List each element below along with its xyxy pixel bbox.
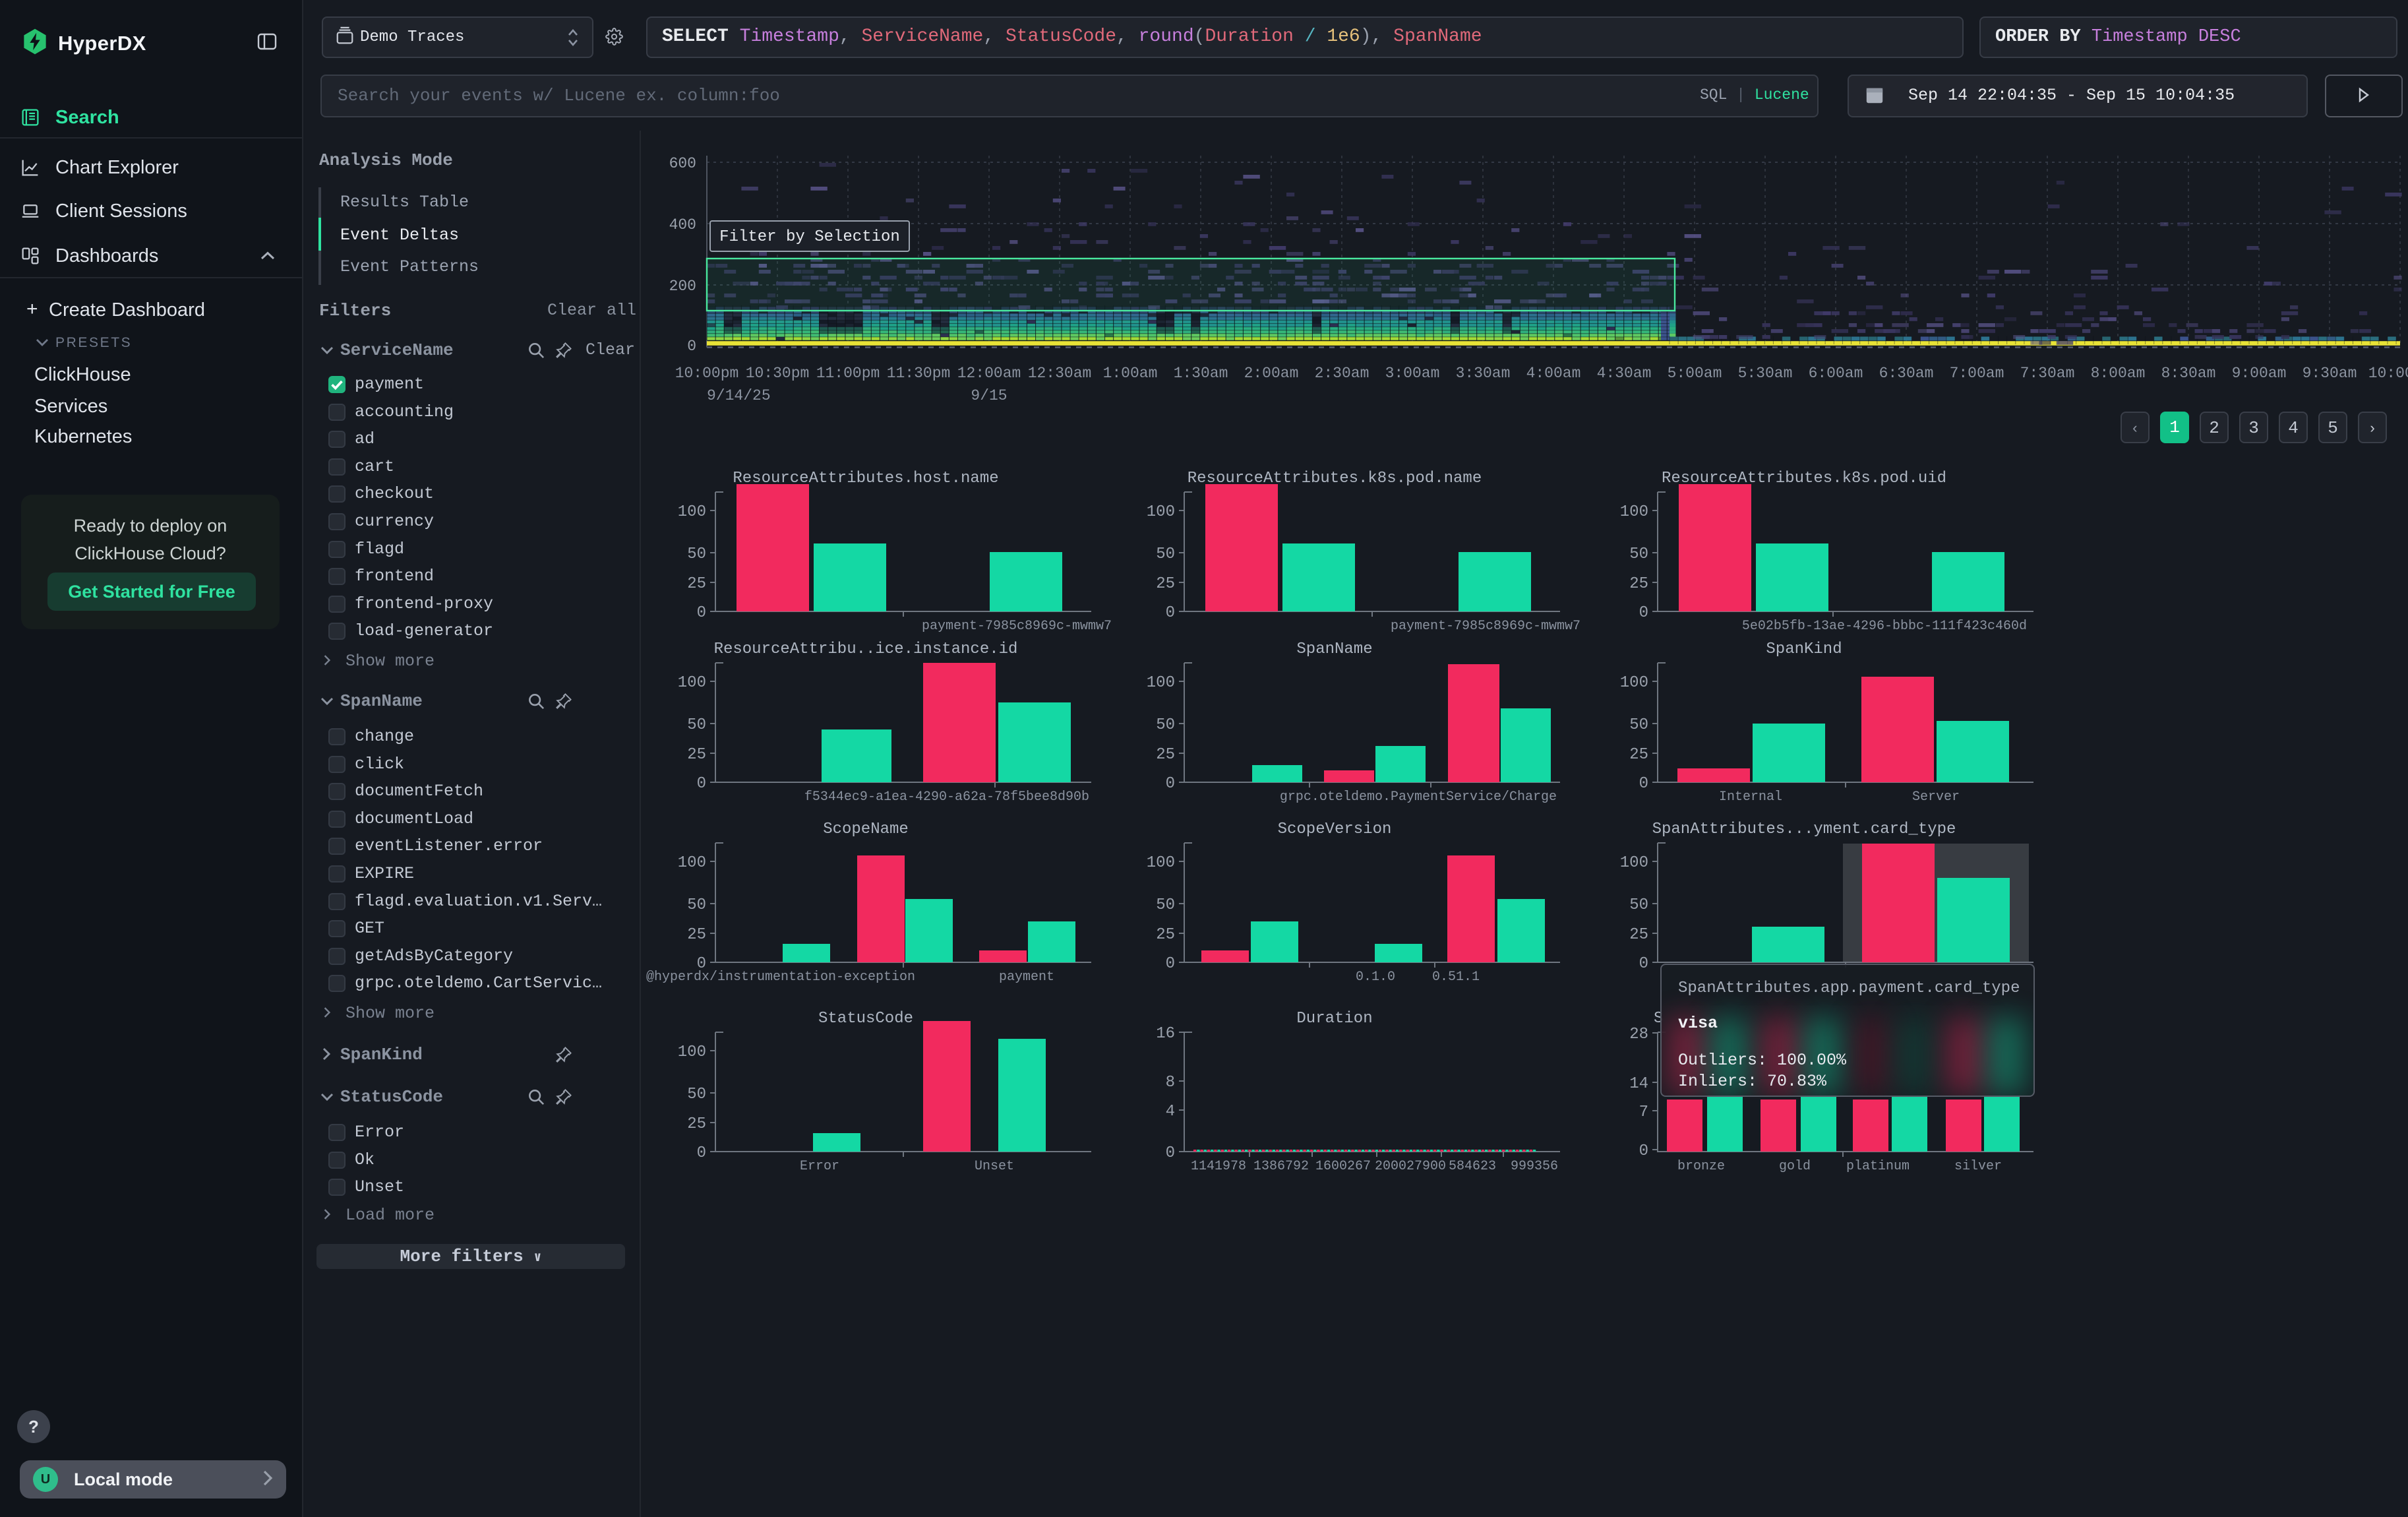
svg-text:25: 25 [1629, 746, 1648, 764]
svg-text:SpanKind: SpanKind [1766, 640, 1842, 658]
svg-text:SpanAttributes...yment.card_ty: SpanAttributes...yment.card_type [1652, 820, 1956, 838]
svg-text:1141978: 1141978 [1191, 1159, 1246, 1174]
svg-text:1600267: 1600267 [1315, 1159, 1371, 1174]
svg-text:f5344ec9-a1ea-4290-a62a-78f5be: f5344ec9-a1ea-4290-a62a-78f5bee8d90b [804, 789, 1089, 805]
svg-text:payment-7985c8969c-mwmw7: payment-7985c8969c-mwmw7 [922, 619, 1112, 634]
svg-text:25: 25 [687, 1115, 706, 1133]
svg-text:ResourceAttribu..ice.instance.: ResourceAttribu..ice.instance.id [714, 640, 1018, 658]
svg-text:7: 7 [1639, 1103, 1648, 1121]
svg-text:25: 25 [1156, 575, 1175, 593]
svg-text:0: 0 [1639, 604, 1648, 622]
svg-text:14: 14 [1629, 1075, 1648, 1093]
svg-text:0: 0 [1166, 604, 1175, 622]
svg-text:100: 100 [1620, 854, 1648, 872]
svg-text:Error: Error [800, 1159, 839, 1174]
svg-text:platinum: platinum [1846, 1159, 1910, 1174]
svg-text:0: 0 [1166, 955, 1175, 973]
svg-text:Duration: Duration [1296, 1010, 1372, 1028]
svg-text:25: 25 [1629, 575, 1648, 593]
svg-text:25: 25 [1156, 746, 1175, 764]
svg-text:0.1.0: 0.1.0 [1356, 970, 1395, 985]
svg-text:0: 0 [1639, 775, 1648, 793]
svg-text:100: 100 [1620, 674, 1648, 692]
svg-text:StatusCode: StatusCode [818, 1010, 913, 1028]
svg-text:0: 0 [1639, 955, 1648, 973]
svg-text:4: 4 [1166, 1103, 1175, 1121]
svg-text:28: 28 [1629, 1026, 1648, 1043]
svg-text:0: 0 [697, 1144, 706, 1162]
svg-text:50: 50 [1629, 545, 1648, 563]
svg-text:5e02b5fb-13ae-4296-bbbc-111f42: 5e02b5fb-13ae-4296-bbbc-111f423c460d [1742, 619, 2027, 634]
svg-text:100: 100 [1147, 674, 1175, 692]
svg-text:50: 50 [1156, 716, 1175, 734]
svg-text:0: 0 [1166, 1144, 1175, 1162]
svg-text:50: 50 [1629, 896, 1648, 914]
svg-text:100: 100 [678, 674, 706, 692]
svg-text:SpanName: SpanName [1296, 640, 1372, 658]
svg-text:25: 25 [1156, 926, 1175, 944]
svg-text:@hyperdx/instrumentation-excep: @hyperdx/instrumentation-exception [646, 970, 915, 985]
svg-text:0: 0 [697, 604, 706, 622]
svg-text:999356: 999356 [1511, 1159, 1558, 1174]
svg-text:50: 50 [1156, 896, 1175, 914]
svg-text:100: 100 [1147, 854, 1175, 872]
svg-text:0: 0 [1639, 1142, 1648, 1160]
svg-text:ScopeVersion: ScopeVersion [1278, 820, 1392, 838]
svg-text:payment: payment [999, 970, 1054, 985]
svg-text:100: 100 [678, 1043, 706, 1061]
svg-text:200027900: 200027900 [1375, 1159, 1446, 1174]
svg-text:50: 50 [687, 1086, 706, 1103]
svg-text:silver: silver [1954, 1159, 2002, 1174]
svg-text:584623: 584623 [1449, 1159, 1496, 1174]
svg-text:payment-7985c8969c-mwmw7: payment-7985c8969c-mwmw7 [1391, 619, 1580, 634]
svg-text:50: 50 [687, 716, 706, 734]
svg-text:1386792: 1386792 [1253, 1159, 1309, 1174]
svg-text:100: 100 [678, 854, 706, 872]
svg-text:ScopeName: ScopeName [823, 820, 909, 838]
svg-text:0.51.1: 0.51.1 [1432, 970, 1480, 985]
svg-text:50: 50 [687, 545, 706, 563]
svg-text:100: 100 [678, 503, 706, 521]
svg-text:25: 25 [687, 575, 706, 593]
svg-text:16: 16 [1156, 1025, 1175, 1043]
svg-text:50: 50 [1629, 716, 1648, 734]
svg-text:bronze: bronze [1677, 1159, 1725, 1174]
svg-text:25: 25 [687, 926, 706, 944]
svg-text:Internal: Internal [1719, 789, 1782, 805]
svg-text:25: 25 [1629, 926, 1648, 944]
svg-text:25: 25 [687, 746, 706, 764]
svg-text:100: 100 [1147, 503, 1175, 521]
svg-text:grpc.oteldemo.PaymentService/C: grpc.oteldemo.PaymentService/Charge [1280, 789, 1557, 805]
svg-text:50: 50 [1156, 545, 1175, 563]
svg-text:gold: gold [1779, 1159, 1811, 1174]
svg-text:0: 0 [697, 775, 706, 793]
svg-text:100: 100 [1620, 503, 1648, 521]
svg-text:8: 8 [1166, 1074, 1175, 1092]
svg-text:0: 0 [1166, 775, 1175, 793]
svg-text:Server: Server [1912, 789, 1960, 805]
svg-text:Unset: Unset [975, 1159, 1014, 1174]
svg-text:50: 50 [687, 896, 706, 914]
